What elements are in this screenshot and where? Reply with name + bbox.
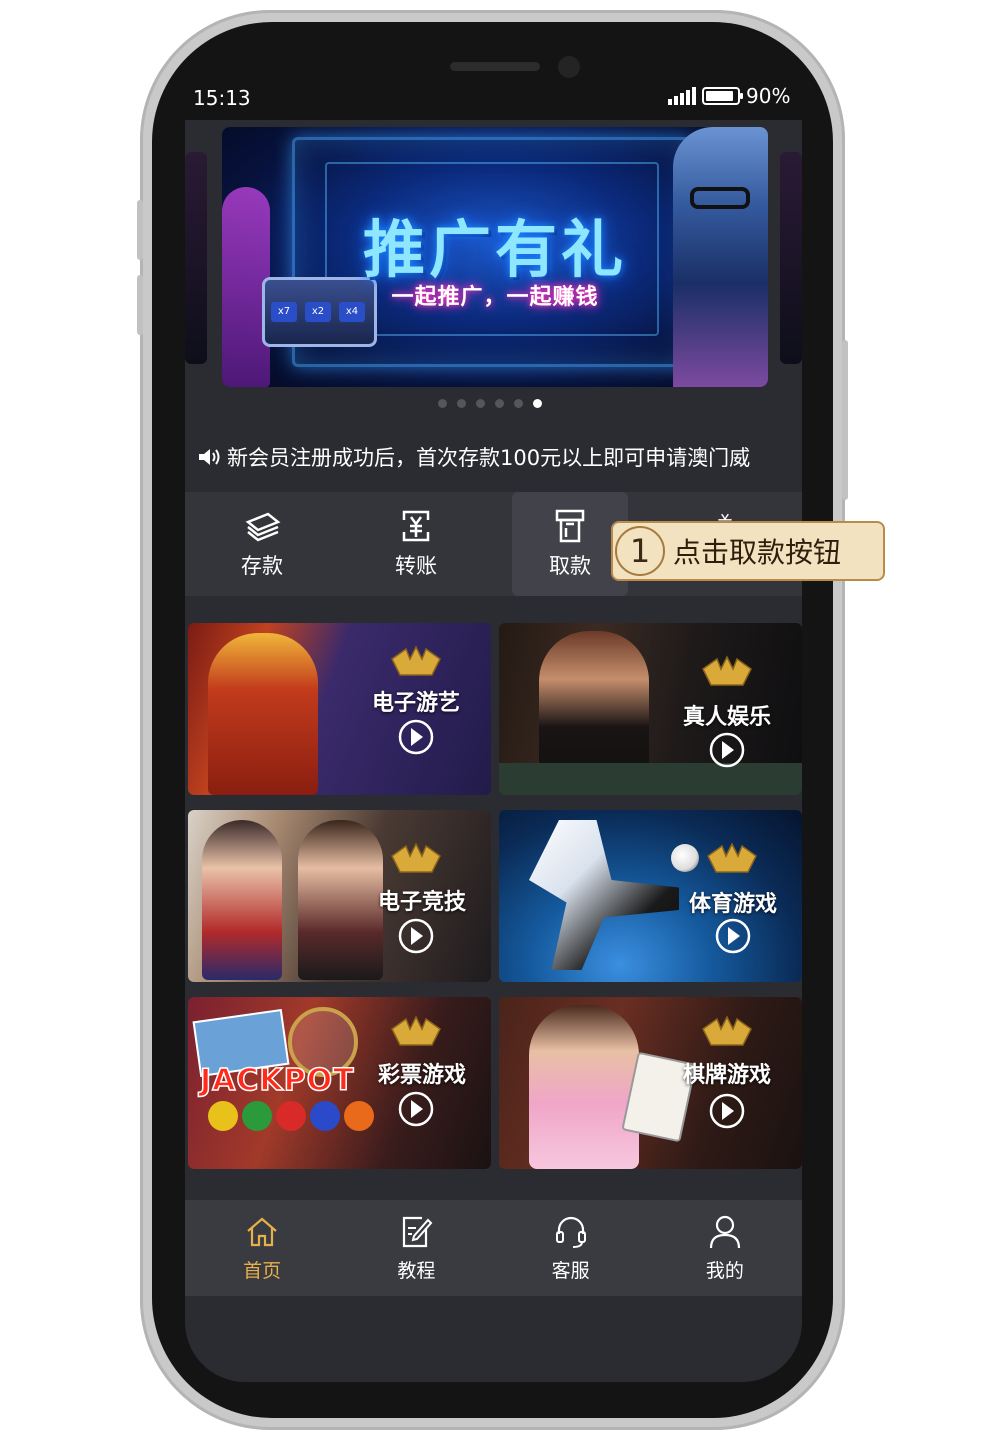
carousel-dots [438, 399, 542, 408]
deposit-label: 存款 [241, 554, 283, 578]
arrow-right-icon [715, 918, 751, 954]
lion-logo-icon [707, 842, 757, 873]
battery-icon [702, 87, 743, 105]
game-label-esports: 电子竞技 [378, 890, 467, 915]
soccer-ball-art [671, 844, 699, 872]
game-card-lottery[interactable]: JACKPOT 彩票游戏 [188, 997, 491, 1169]
notice-marquee[interactable]: 新会员注册成功后，首次存款100元以上即可申请澳门威 [197, 442, 797, 472]
lion-logo-icon [702, 1015, 752, 1046]
tab-home-label: 首页 [243, 1259, 282, 1282]
signal-icon [668, 87, 696, 105]
speaker-grille [450, 62, 540, 71]
carousel-dot[interactable] [495, 399, 504, 408]
edit-note-icon [403, 1216, 433, 1247]
step-number-badge: 1 [615, 526, 665, 576]
status-time: 15:13 [193, 86, 251, 110]
tab-tutorial-label: 教程 [397, 1259, 436, 1282]
lion-logo-icon [702, 655, 752, 686]
game-label-cards: 棋牌游戏 [683, 1063, 772, 1088]
game-label-sports: 体育游戏 [689, 892, 778, 917]
arrow-right-icon [709, 732, 745, 768]
arrow-right-icon [398, 719, 434, 755]
bottom-tab-bar: 首页 教程 客服 我的 [185, 1200, 802, 1296]
power-button [842, 340, 848, 500]
promo-banner[interactable]: x7 x2 x4 推广有礼 一起推广，一起赚钱 [222, 127, 768, 387]
transfer-label: 转账 [395, 554, 437, 578]
tab-profile[interactable]: 我的 [648, 1200, 802, 1296]
casino-table-art [499, 763, 802, 795]
atm-withdraw-icon [555, 509, 585, 543]
game-label-slots: 电子游艺 [372, 691, 461, 716]
esports-girl2-art [298, 820, 383, 980]
game-label-lottery: 彩票游戏 [378, 1063, 467, 1088]
game-card-esports[interactable]: 电子竞技 [188, 810, 491, 982]
tab-support[interactable]: 客服 [494, 1200, 648, 1296]
callout-text: 点击取款按钮 [673, 536, 842, 569]
transfer-button[interactable]: 转账 [339, 492, 493, 596]
esports-girl-art [202, 820, 282, 980]
game-card-cards[interactable]: 棋牌游戏 [499, 997, 802, 1169]
arrow-right-icon [709, 1093, 745, 1129]
battery-percent: 90% [746, 84, 791, 108]
banner-prev-peek[interactable] [185, 152, 207, 364]
arrow-right-icon [398, 1091, 434, 1127]
volume-down-button [137, 275, 143, 335]
user-icon [709, 1215, 740, 1248]
carousel-dot[interactable] [476, 399, 485, 408]
speaker-icon [199, 449, 220, 465]
arrow-right-icon [398, 918, 434, 954]
tab-profile-label: 我的 [705, 1259, 744, 1282]
card-lady-art [529, 1005, 639, 1169]
banner-next-peek[interactable] [780, 152, 802, 364]
lion-logo-icon [391, 645, 441, 676]
lion-logo-icon [391, 1015, 441, 1046]
status-indicators: 90% [668, 84, 790, 108]
headset-icon [555, 1216, 586, 1248]
game-card-live[interactable]: 真人娱乐 [499, 623, 802, 795]
volume-up-button [137, 200, 143, 260]
game-card-sports[interactable]: 体育游戏 [499, 810, 802, 982]
tab-support-label: 客服 [551, 1259, 590, 1282]
game-label-live: 真人娱乐 [683, 705, 772, 730]
home-icon [247, 1217, 277, 1246]
deposit-button[interactable]: 存款 [185, 492, 339, 596]
lion-logo-icon [391, 842, 441, 873]
tab-home[interactable]: 首页 [185, 1200, 339, 1296]
app-screen: x7 x2 x4 推广有礼 一起推广，一起赚钱 新会员注册成功后，首次存款100… [185, 120, 802, 1382]
notice-text: 新会员注册成功后，首次存款100元以上即可申请澳门威 [227, 446, 751, 470]
tutorial-callout: 1 点击取款按钮 [611, 521, 885, 581]
jackpot-text: JACKPOT [199, 1062, 355, 1099]
carousel-dot[interactable] [438, 399, 447, 408]
game-card-slots[interactable]: 电子游艺 [188, 623, 491, 795]
banner-title: 推广有礼 [362, 213, 627, 286]
carousel-dot[interactable] [514, 399, 523, 408]
tab-tutorial[interactable]: 教程 [339, 1200, 493, 1296]
god-of-wealth-art [208, 633, 318, 795]
withdraw-label: 取款 [549, 554, 591, 578]
cash-stack-icon [245, 512, 281, 542]
lottery-balls-art [208, 1101, 374, 1131]
carousel-dot[interactable] [457, 399, 466, 408]
yuan-transfer-icon [402, 510, 430, 542]
banner-subtitle: 一起推广，一起赚钱 [391, 285, 599, 310]
front-camera [558, 56, 580, 78]
carousel-dot-active[interactable] [533, 399, 542, 408]
